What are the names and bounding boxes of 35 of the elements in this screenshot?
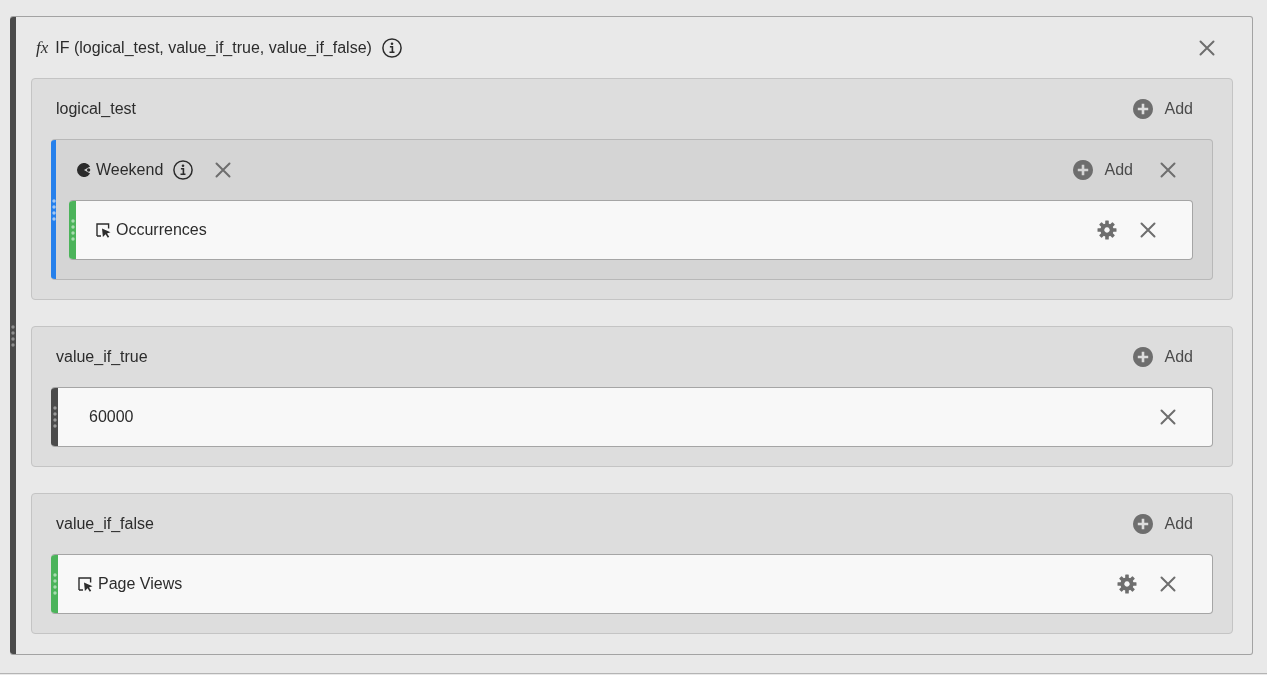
cursor-box-icon [78,576,93,592]
add-button[interactable]: Add [1124,510,1201,538]
metric-name: Occurrences [116,221,207,239]
cursor-box-icon [96,222,111,238]
argument-label: value_if_true [55,348,148,366]
drag-handle[interactable] [69,201,76,259]
add-button[interactable]: Add [1064,156,1141,184]
add-button[interactable]: Add [1124,95,1201,123]
close-icon [1160,409,1176,425]
grip-dots-icon [52,573,57,595]
metric-name: Page Views [98,575,183,593]
function-title: IF (logical_test, value_if_true, value_if_false) [55,38,372,57]
drag-handle[interactable] [10,17,16,654]
number-value: 60000 [89,408,134,426]
segment-name: Weekend [96,161,164,179]
close-icon [1140,222,1156,238]
grip-dots-icon [51,198,56,221]
drag-handle[interactable] [51,555,58,613]
pie-chart-icon [77,163,91,177]
argument-label: logical_test [55,100,137,118]
drag-handle[interactable] [51,140,56,279]
info-icon[interactable] [381,37,402,58]
close-icon [1160,162,1176,178]
close-icon [1199,39,1215,56]
gear-icon [1097,220,1117,240]
argument-label: value_if_false [55,515,154,533]
add-button[interactable]: Add [1124,343,1201,371]
close-icon [1160,576,1176,592]
drag-handle[interactable] [51,388,58,446]
function-symbol: fx [36,37,49,58]
grip-dots-icon [70,219,75,241]
close-icon [215,162,232,178]
grip-dots-icon [11,324,15,347]
gear-icon [1117,574,1137,594]
info-icon[interactable] [173,160,194,180]
